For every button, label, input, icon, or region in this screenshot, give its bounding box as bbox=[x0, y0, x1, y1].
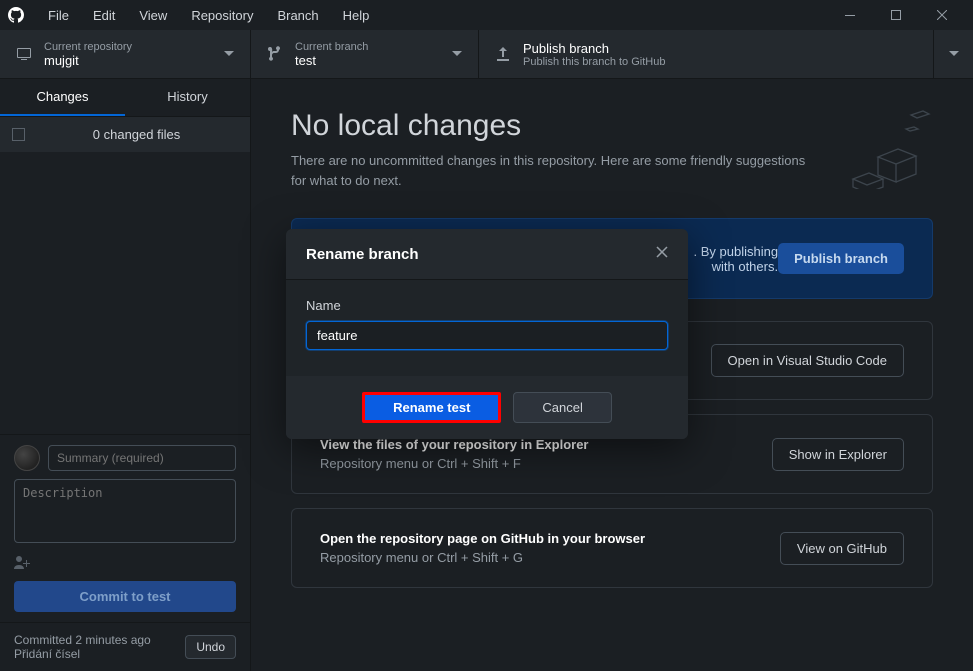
boxes-illustration bbox=[833, 109, 933, 189]
menu-view[interactable]: View bbox=[127, 4, 179, 27]
select-all-checkbox[interactable] bbox=[12, 128, 25, 141]
branch-label: Current branch bbox=[295, 41, 440, 53]
branch-name-input[interactable] bbox=[306, 321, 668, 350]
github-shortcut: Ctrl + Shift + G bbox=[437, 550, 523, 565]
show-in-explorer-button[interactable]: Show in Explorer bbox=[772, 438, 904, 471]
menu-file[interactable]: File bbox=[36, 4, 81, 27]
rename-branch-dialog: Rename branch Name Rename test Cancel bbox=[286, 229, 688, 439]
upload-icon bbox=[495, 46, 511, 62]
last-commit: Committed 2 minutes ago Přidání čísel Un… bbox=[0, 622, 250, 671]
publish-label: Publish branch bbox=[523, 41, 917, 56]
changed-files-header: 0 changed files bbox=[0, 117, 250, 152]
menu-branch[interactable]: Branch bbox=[265, 4, 330, 27]
dialog-close-button[interactable] bbox=[656, 245, 668, 263]
person-add-icon bbox=[14, 556, 30, 570]
explorer-shortcut: Ctrl + Shift + F bbox=[437, 456, 521, 471]
publish-dropdown-button[interactable] bbox=[933, 30, 973, 78]
chevron-down-icon bbox=[224, 51, 234, 57]
menu-repository[interactable]: Repository bbox=[179, 4, 265, 27]
menubar: File Edit View Repository Branch Help bbox=[36, 4, 381, 27]
chevron-down-icon bbox=[949, 51, 959, 57]
window-close-button[interactable] bbox=[919, 0, 965, 30]
window-minimize-button[interactable] bbox=[827, 0, 873, 30]
github-card: Open the repository page on GitHub in yo… bbox=[291, 508, 933, 588]
avatar bbox=[14, 445, 40, 471]
chevron-down-icon bbox=[452, 51, 462, 57]
publish-branch-button[interactable]: Publish branch Publish this branch to Gi… bbox=[479, 30, 933, 78]
name-field-label: Name bbox=[306, 298, 668, 313]
window-maximize-button[interactable] bbox=[873, 0, 919, 30]
repo-value: mujgit bbox=[44, 53, 212, 68]
explorer-sub-prefix: Repository menu or bbox=[320, 456, 437, 471]
changed-files-count: 0 changed files bbox=[35, 127, 238, 142]
page-subtitle: There are no uncommitted changes in this… bbox=[291, 151, 813, 190]
cancel-button[interactable]: Cancel bbox=[513, 392, 611, 423]
git-branch-icon bbox=[267, 46, 283, 62]
desktop-icon bbox=[16, 46, 32, 62]
branch-value: test bbox=[295, 53, 440, 68]
close-icon bbox=[656, 246, 668, 258]
github-card-title: Open the repository page on GitHub in yo… bbox=[320, 531, 780, 546]
repository-selector[interactable]: Current repository mujgit bbox=[0, 30, 251, 78]
sidebar: Changes History 0 changed files Commit t… bbox=[0, 79, 251, 671]
publish-branch-card-button[interactable]: Publish branch bbox=[778, 243, 904, 274]
repo-label: Current repository bbox=[44, 41, 212, 53]
undo-button[interactable]: Undo bbox=[185, 635, 236, 659]
menu-edit[interactable]: Edit bbox=[81, 4, 127, 27]
commit-button[interactable]: Commit to test bbox=[14, 581, 236, 612]
publish-sub: Publish this branch to GitHub bbox=[523, 56, 917, 68]
branch-selector[interactable]: Current branch test bbox=[251, 30, 479, 78]
window-controls bbox=[827, 0, 965, 30]
commit-description-input[interactable] bbox=[14, 479, 236, 543]
rename-submit-button[interactable]: Rename test bbox=[362, 392, 501, 423]
tab-history[interactable]: History bbox=[125, 79, 250, 116]
github-sub-prefix: Repository menu or bbox=[320, 550, 437, 565]
titlebar: File Edit View Repository Branch Help bbox=[0, 0, 973, 30]
last-commit-time: Committed 2 minutes ago bbox=[14, 633, 151, 647]
explorer-card-title: View the files of your repository in Exp… bbox=[320, 437, 772, 452]
github-logo-icon bbox=[8, 7, 24, 23]
page-title: No local changes bbox=[291, 109, 813, 143]
publish-card-tail2: with others. bbox=[712, 259, 778, 274]
tab-changes[interactable]: Changes bbox=[0, 79, 125, 116]
publish-card-tail1: . By publishing bbox=[694, 244, 779, 259]
dialog-title: Rename branch bbox=[306, 246, 656, 263]
view-on-github-button[interactable]: View on GitHub bbox=[780, 532, 904, 565]
tabs: Changes History bbox=[0, 79, 250, 117]
commit-summary-input[interactable] bbox=[48, 445, 236, 471]
menu-help[interactable]: Help bbox=[331, 4, 382, 27]
last-commit-message: Přidání čísel bbox=[14, 647, 151, 661]
open-in-vscode-button[interactable]: Open in Visual Studio Code bbox=[711, 344, 904, 377]
add-coauthor-button[interactable] bbox=[14, 556, 236, 573]
commit-form: Commit to test bbox=[0, 434, 250, 622]
toolbar: Current repository mujgit Current branch… bbox=[0, 30, 973, 79]
